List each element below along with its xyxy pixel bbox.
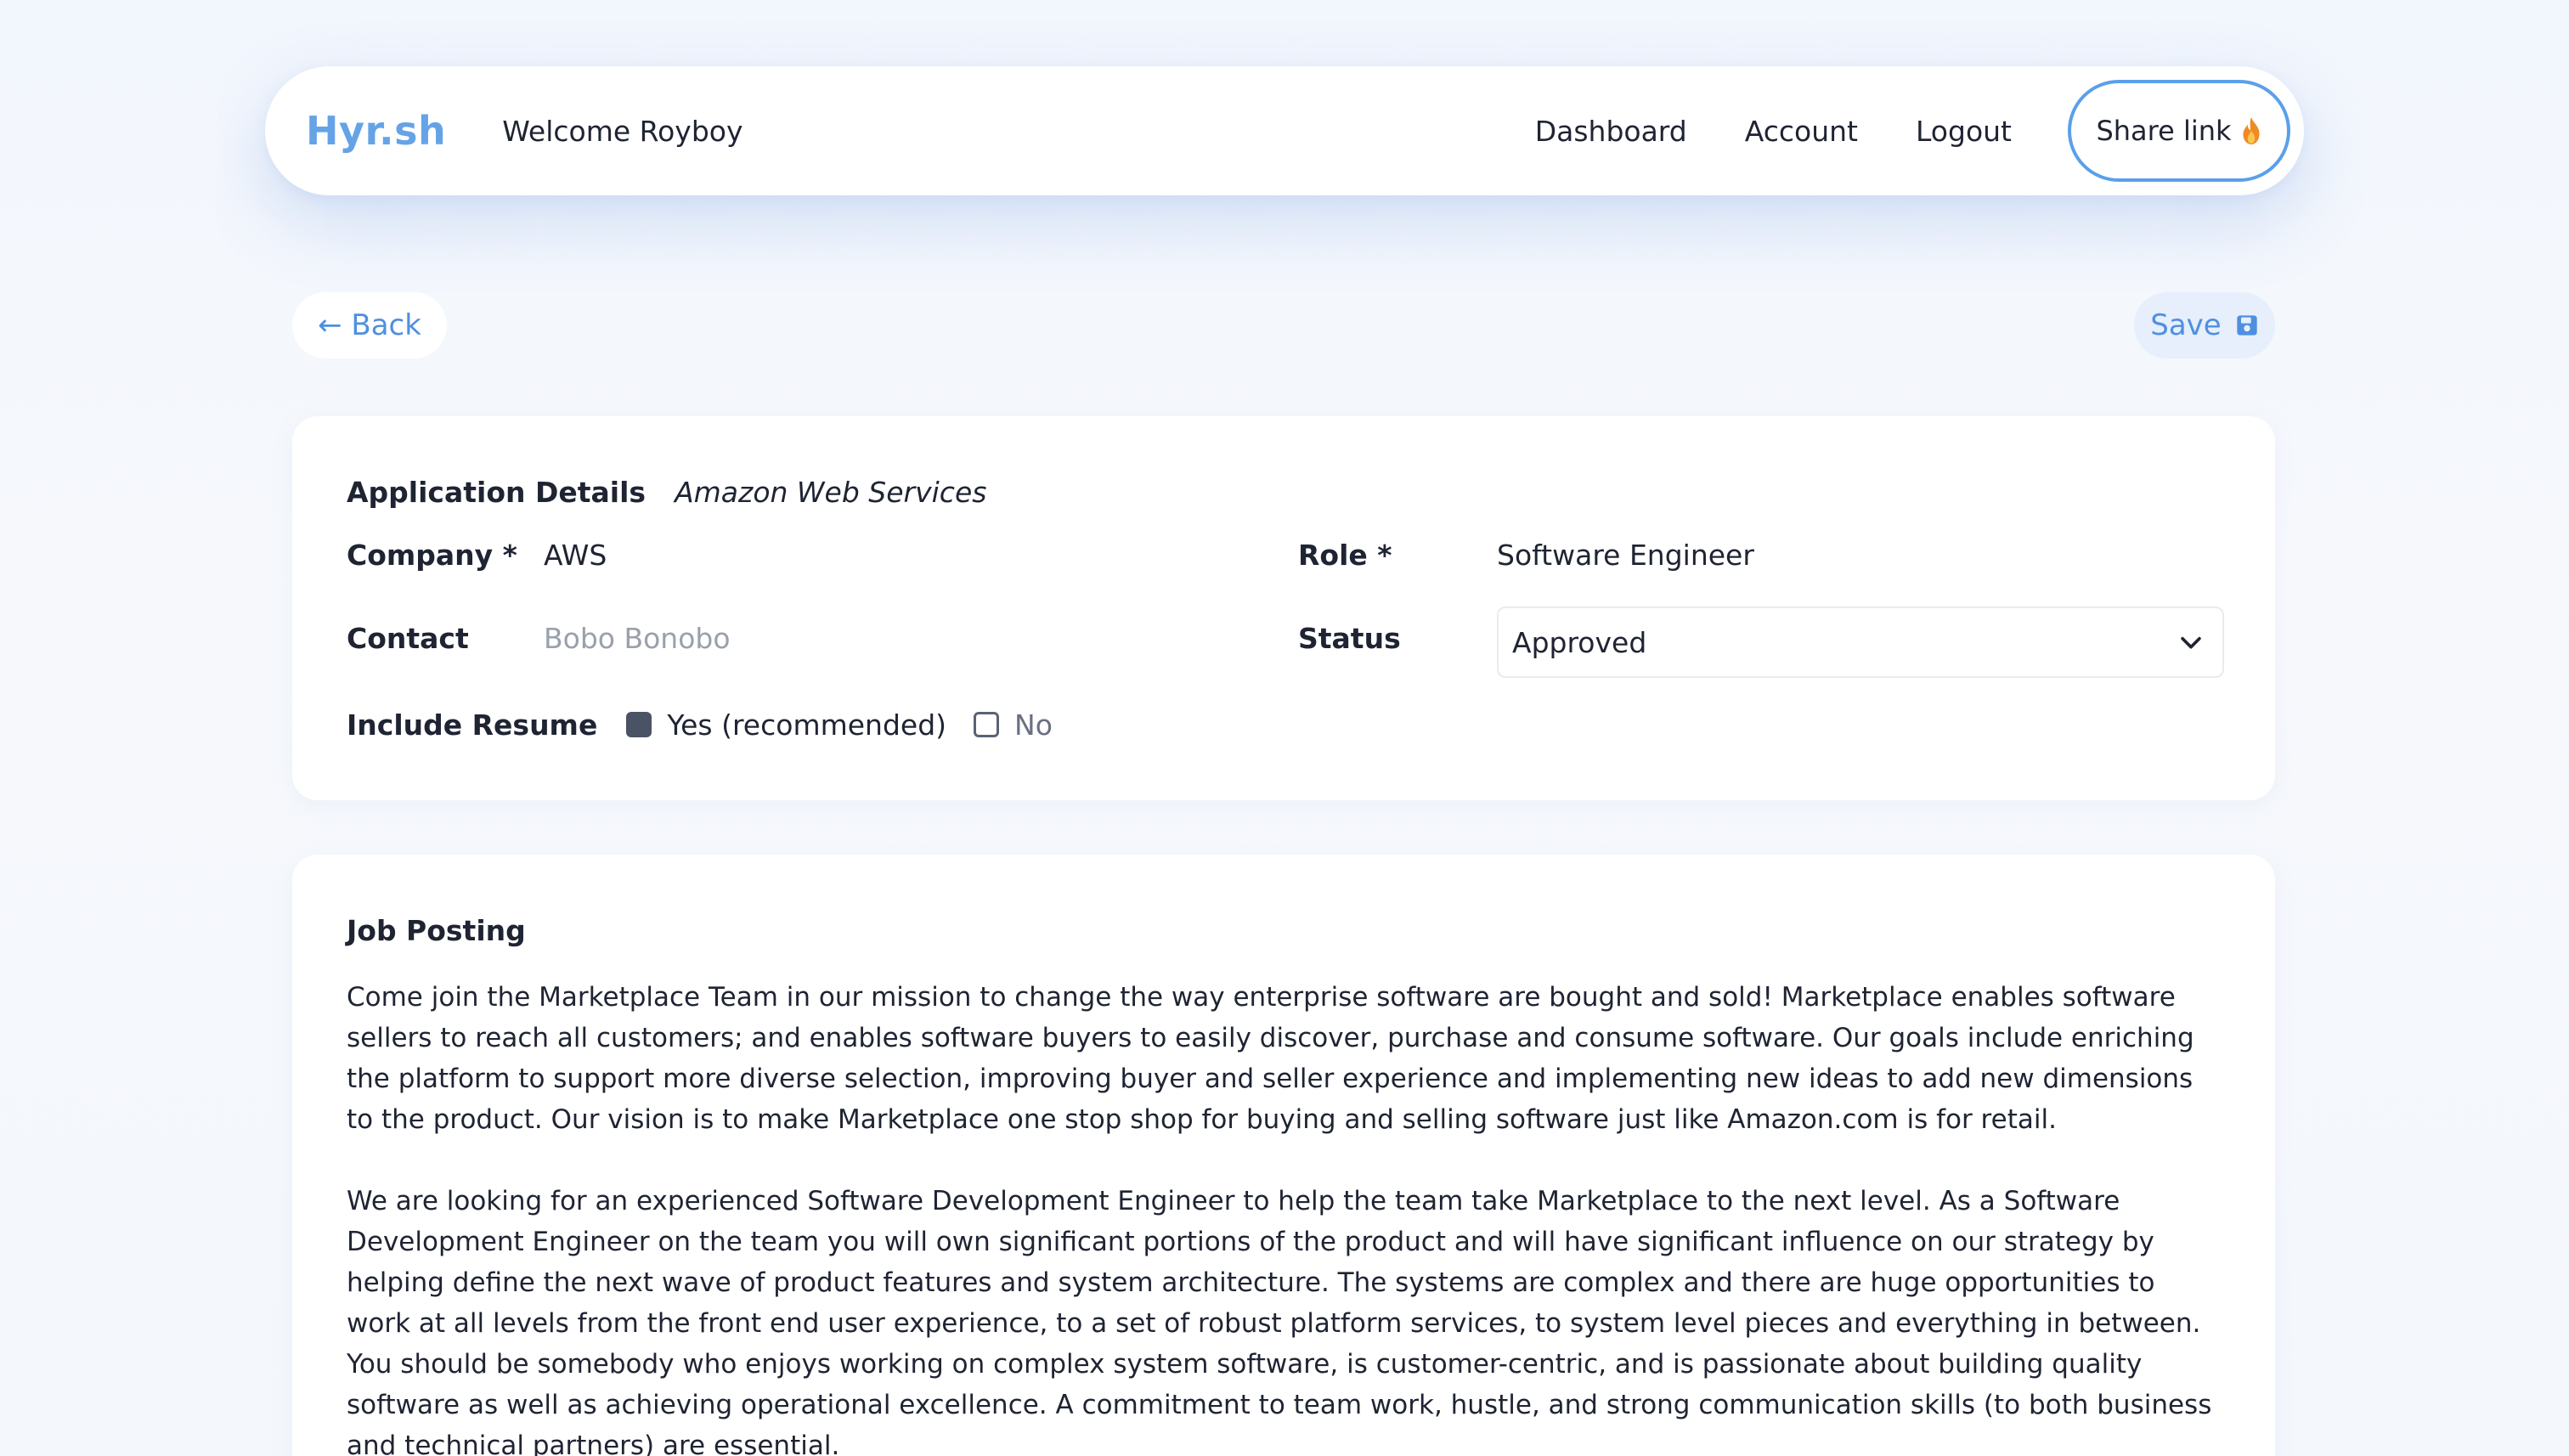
role-label: Role *: [1298, 539, 1392, 572]
company-full-name: Amazon Web Services: [675, 476, 987, 509]
save-button[interactable]: Save: [2134, 292, 2275, 358]
floppy-disk-icon: [2237, 315, 2257, 336]
back-button-label: ← Back: [318, 308, 421, 342]
resume-option-no[interactable]: No: [974, 708, 1053, 742]
resume-option-yes[interactable]: Yes (recommended): [626, 708, 946, 742]
back-button[interactable]: ← Back: [292, 292, 447, 358]
role-input[interactable]: [1497, 533, 2224, 576]
status-selected-value: Approved: [1512, 625, 1647, 659]
resume-yes-checkbox[interactable]: [626, 712, 652, 737]
application-details-title: Application Details: [347, 476, 646, 509]
application-details-card: Application Details Amazon Web Services …: [292, 416, 2275, 800]
job-posting-paragraph: We are looking for an experienced Softwa…: [347, 1186, 2212, 1456]
contact-input[interactable]: [544, 617, 1019, 659]
company-input[interactable]: [544, 533, 1019, 576]
resume-yes-label: Yes (recommended): [667, 708, 947, 742]
resume-no-label: No: [1014, 708, 1053, 742]
welcome-text: Welcome Royboy: [502, 114, 743, 148]
include-resume-row: Include Resume Yes (recommended) No: [347, 703, 1080, 746]
share-link-button[interactable]: Share link: [2068, 80, 2290, 182]
flame-icon: [2242, 117, 2260, 144]
company-label: Company *: [347, 539, 517, 572]
job-posting-paragraph: Come join the Marketplace Team in our mi…: [347, 982, 2194, 1135]
job-posting-title: Job Posting: [347, 914, 526, 947]
contact-label: Contact: [347, 622, 469, 655]
details-header: Application Details Amazon Web Services: [347, 476, 986, 509]
nav-link-logout[interactable]: Logout: [1916, 115, 2012, 148]
job-posting-card: Job Posting Come join the Marketplace Te…: [292, 855, 2275, 1456]
job-posting-body[interactable]: Come join the Marketplace Team in our mi…: [347, 977, 2224, 1456]
brand-logo[interactable]: Hyr.sh: [306, 108, 446, 154]
top-navbar: Hyr.sh Welcome Royboy Dashboard Account …: [265, 66, 2304, 195]
include-resume-label: Include Resume: [347, 708, 598, 742]
save-button-label: Save: [2150, 308, 2222, 342]
chevron-down-icon: [2181, 636, 2201, 649]
status-select[interactable]: Approved: [1497, 607, 2224, 678]
status-label: Status: [1298, 622, 1401, 655]
resume-no-checkbox[interactable]: [974, 712, 1000, 737]
nav-link-dashboard[interactable]: Dashboard: [1535, 115, 1687, 148]
nav-link-account[interactable]: Account: [1745, 115, 1858, 148]
share-link-label: Share link: [2096, 115, 2232, 147]
